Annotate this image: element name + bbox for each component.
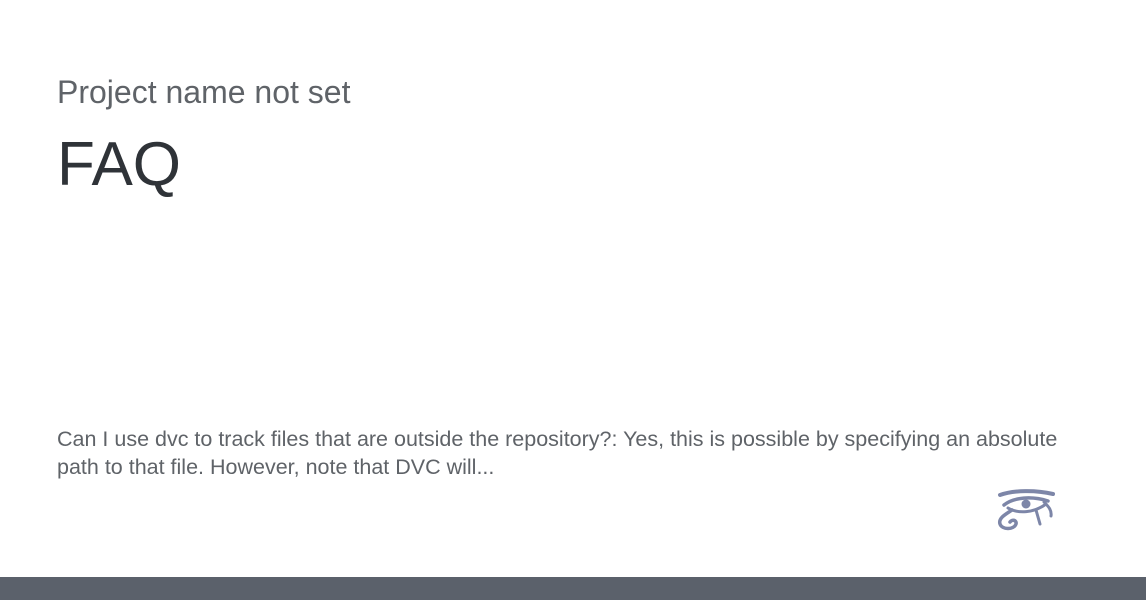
footer-bar [0, 577, 1146, 600]
project-name: Project name not set [57, 74, 351, 110]
page-title: FAQ [57, 130, 182, 199]
eye-of-horus-icon [997, 489, 1055, 531]
page-description: Can I use dvc to track files that are ou… [57, 427, 1058, 479]
page-card: Project name not set FAQ Can I use dvc t… [0, 0, 1146, 577]
